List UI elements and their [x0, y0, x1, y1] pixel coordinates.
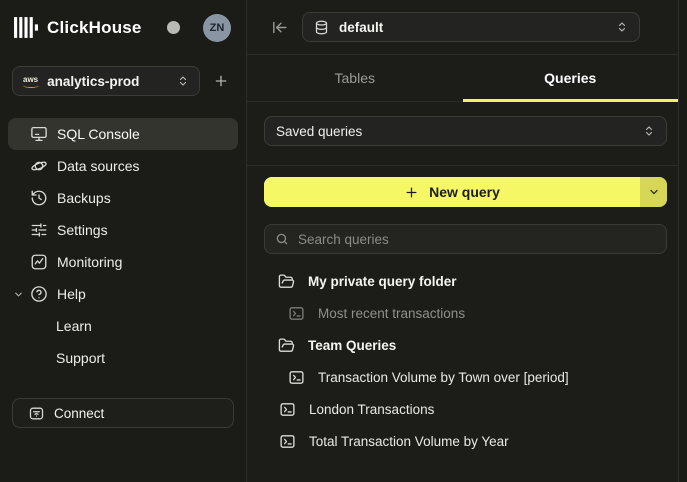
sidebar-item-data-sources[interactable]: Data sources	[8, 150, 238, 182]
connect-button[interactable]: Connect	[12, 398, 234, 428]
aws-logo: aws	[23, 76, 38, 84]
query-item[interactable]: Most recent transactions	[264, 297, 667, 329]
tab-bar: Tables Queries	[247, 55, 678, 102]
terminal-query-icon	[279, 401, 296, 418]
service-row: aws analytics-prod	[0, 55, 246, 96]
chevron-updown-icon	[616, 21, 628, 33]
sidebar-item-label: Learn	[56, 318, 92, 334]
service-name: analytics-prod	[47, 74, 177, 89]
orbit-icon	[30, 157, 48, 175]
terminal-query-icon	[288, 305, 305, 322]
sidebar-item-label: Support	[56, 350, 105, 366]
help-circle-icon	[30, 285, 48, 303]
database-name: default	[339, 20, 616, 35]
user-avatar[interactable]: ZN	[203, 14, 231, 42]
sidebar-item-label: Backups	[57, 190, 111, 206]
query-folder-label: Team Queries	[308, 338, 396, 353]
query-item[interactable]: London Transactions	[264, 393, 667, 425]
query-item-label: Transaction Volume by Town over [period]	[318, 370, 569, 385]
query-folder-label: My private query folder	[308, 274, 457, 289]
collapse-panel-icon[interactable]	[271, 19, 288, 36]
folder-open-icon	[278, 337, 295, 354]
sidebar: ClickHouse ZN aws analytics-prod SQL Con…	[0, 0, 247, 482]
queries-panel: Saved queries New query	[247, 102, 678, 482]
chevron-down-icon[interactable]	[13, 289, 24, 300]
search-queries-input[interactable]	[298, 232, 656, 247]
tab-tables[interactable]: Tables	[247, 55, 463, 101]
terminal-query-icon	[288, 369, 305, 386]
sidebar-item-settings[interactable]: Settings	[8, 214, 238, 246]
search-icon	[275, 232, 289, 246]
sidebar-nav: SQL Console Data sources Backups Setting…	[0, 118, 246, 374]
tab-label: Tables	[335, 70, 375, 86]
query-folder[interactable]: Team Queries	[264, 329, 667, 361]
query-item[interactable]: Transaction Volume by Town over [period]	[264, 361, 667, 393]
query-item-label: London Transactions	[309, 402, 434, 417]
app-title: ClickHouse	[47, 18, 142, 38]
new-query-button[interactable]: New query	[264, 177, 667, 207]
status-dot	[167, 21, 180, 34]
sidebar-item-label: Settings	[57, 222, 108, 238]
editor-edge-strip	[678, 0, 687, 482]
chevron-updown-icon	[643, 125, 655, 137]
plus-icon	[404, 185, 419, 200]
query-folder[interactable]: My private query folder	[264, 265, 667, 297]
add-service-button[interactable]	[208, 73, 234, 89]
new-query-main[interactable]: New query	[264, 177, 640, 207]
query-item[interactable]: Total Transaction Volume by Year	[264, 425, 667, 457]
sidebar-item-label: Data sources	[57, 158, 139, 174]
saved-queries-select[interactable]: Saved queries	[264, 116, 667, 146]
terminal-query-icon	[279, 433, 296, 450]
clickhouse-logo-icon	[13, 15, 38, 40]
panel-topbar: default	[247, 0, 678, 55]
plus-icon	[213, 73, 229, 89]
new-query-label: New query	[429, 184, 500, 200]
query-item-label: Most recent transactions	[318, 306, 465, 321]
folder-open-icon	[278, 273, 295, 290]
right-panel: default Tables Queries Saved queries	[247, 0, 678, 482]
connect-row: Connect	[0, 374, 246, 428]
section-divider	[247, 165, 678, 166]
restore-history-icon	[30, 189, 48, 207]
chart-activity-icon	[30, 253, 48, 271]
sidebar-header: ClickHouse ZN	[0, 0, 246, 55]
sidebar-item-sql-console[interactable]: SQL Console	[8, 118, 238, 150]
sidebar-item-help[interactable]: Help	[8, 278, 238, 310]
database-select[interactable]: default	[302, 12, 640, 42]
chevron-updown-icon	[177, 75, 189, 87]
search-box[interactable]	[264, 224, 667, 254]
sidebar-item-backups[interactable]: Backups	[8, 182, 238, 214]
sidebar-item-label: SQL Console	[57, 126, 140, 142]
saved-queries-label: Saved queries	[276, 124, 643, 139]
sidebar-item-monitoring[interactable]: Monitoring	[8, 246, 238, 278]
monitor-icon	[30, 125, 48, 143]
service-select[interactable]: aws analytics-prod	[12, 66, 200, 96]
sidebar-item-learn[interactable]: Learn	[8, 310, 238, 342]
query-item-label: Total Transaction Volume by Year	[309, 434, 509, 449]
sidebar-item-label: Help	[57, 286, 86, 302]
sidebar-item-label: Monitoring	[57, 254, 122, 270]
new-query-dropdown[interactable]	[640, 177, 667, 207]
chevron-down-icon	[648, 186, 660, 198]
connect-signal-icon	[28, 405, 45, 422]
database-icon	[314, 20, 329, 35]
tab-label: Queries	[544, 70, 596, 86]
sidebar-item-support[interactable]: Support	[8, 342, 238, 374]
tab-queries[interactable]: Queries	[463, 55, 679, 101]
connect-label: Connect	[54, 406, 104, 421]
sliders-icon	[30, 221, 48, 239]
query-list: My private query folder Most recent tran…	[264, 265, 667, 457]
